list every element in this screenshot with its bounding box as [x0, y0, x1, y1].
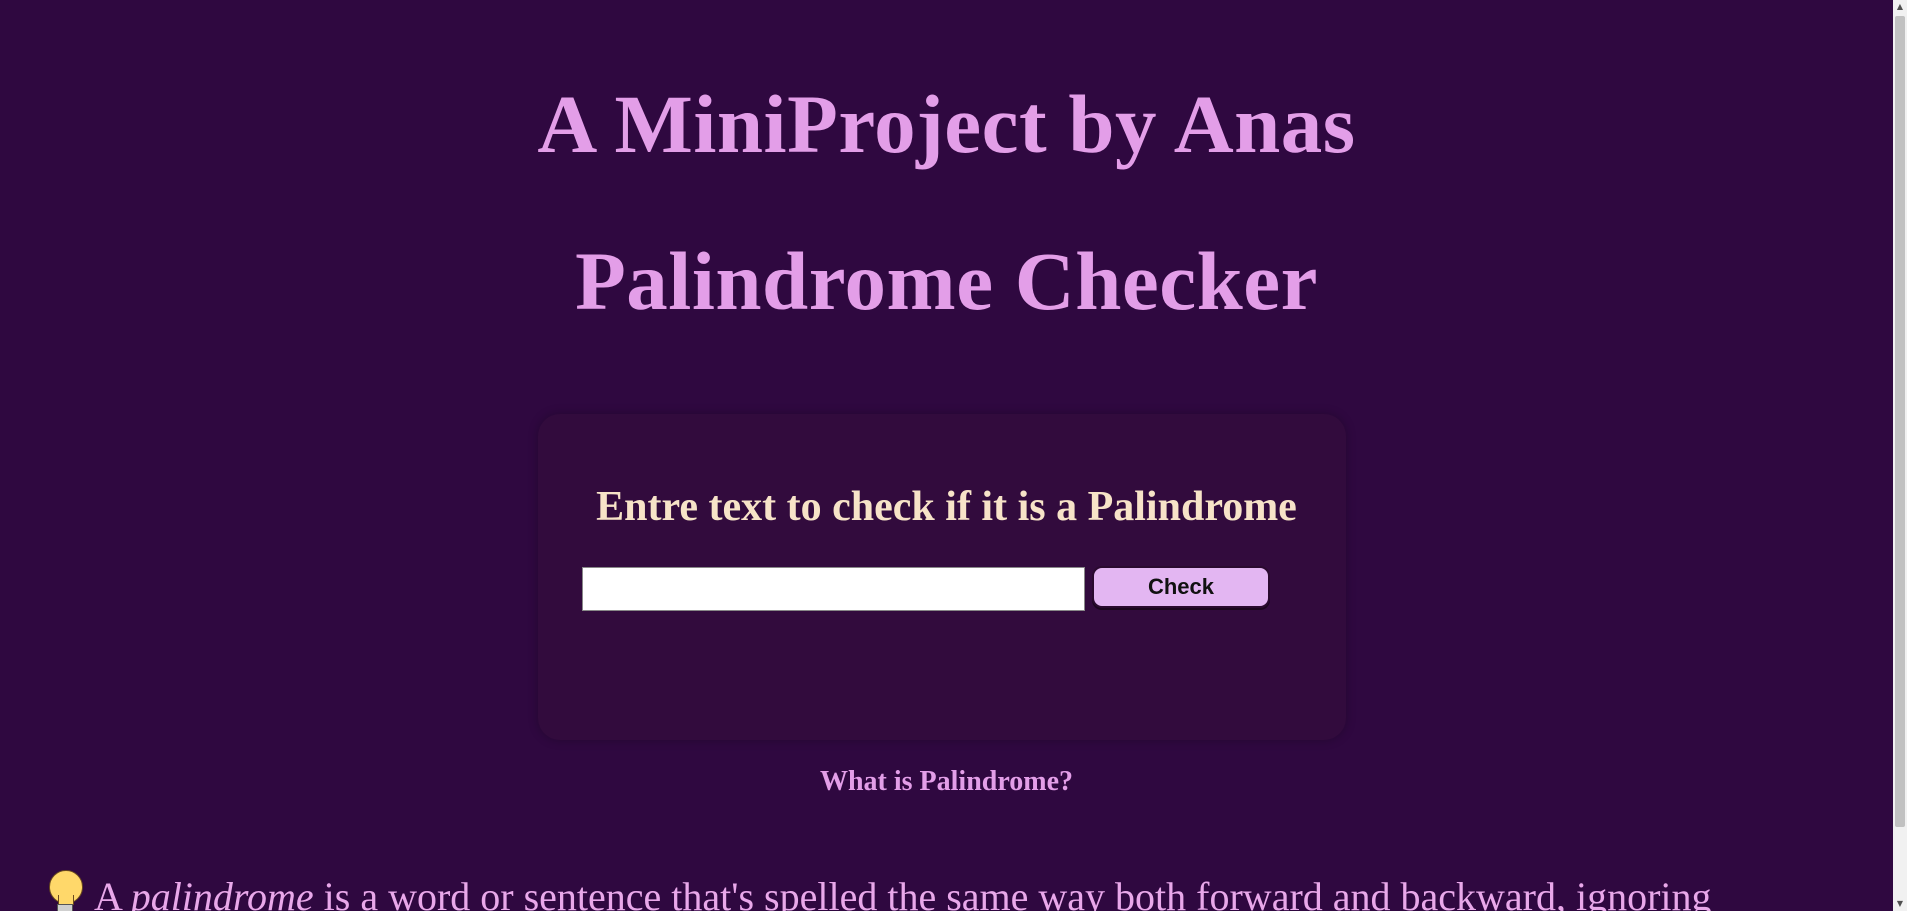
what-is-palindrome-link[interactable]: What is Palindrome? — [0, 768, 1893, 796]
definition-term: palindrome — [130, 874, 314, 911]
page-content: A MiniProject by Anas Palindrome Checker… — [0, 0, 1893, 911]
palindrome-input[interactable] — [582, 567, 1085, 611]
vertical-scrollbar[interactable]: ▲ ▼ — [1893, 0, 1907, 911]
checker-prompt: Entre text to check if it is a Palindrom… — [596, 484, 1297, 530]
definition-text: is a word or sentence that's spelled the… — [313, 874, 1712, 911]
page-title-author: A MiniProject by Anas — [537, 78, 1356, 170]
light-bulb-icon — [48, 868, 83, 911]
definition-prefix: A — [94, 874, 131, 911]
scroll-down-arrow-icon[interactable]: ▼ — [1893, 897, 1907, 911]
palindrome-definition: A palindrome is a word or sentence that'… — [48, 868, 1893, 911]
check-button[interactable]: Check — [1092, 566, 1270, 608]
scroll-up-arrow-icon[interactable]: ▲ — [1893, 0, 1907, 14]
scrollbar-thumb[interactable] — [1895, 16, 1905, 827]
page-title-app: Palindrome Checker — [575, 235, 1318, 327]
